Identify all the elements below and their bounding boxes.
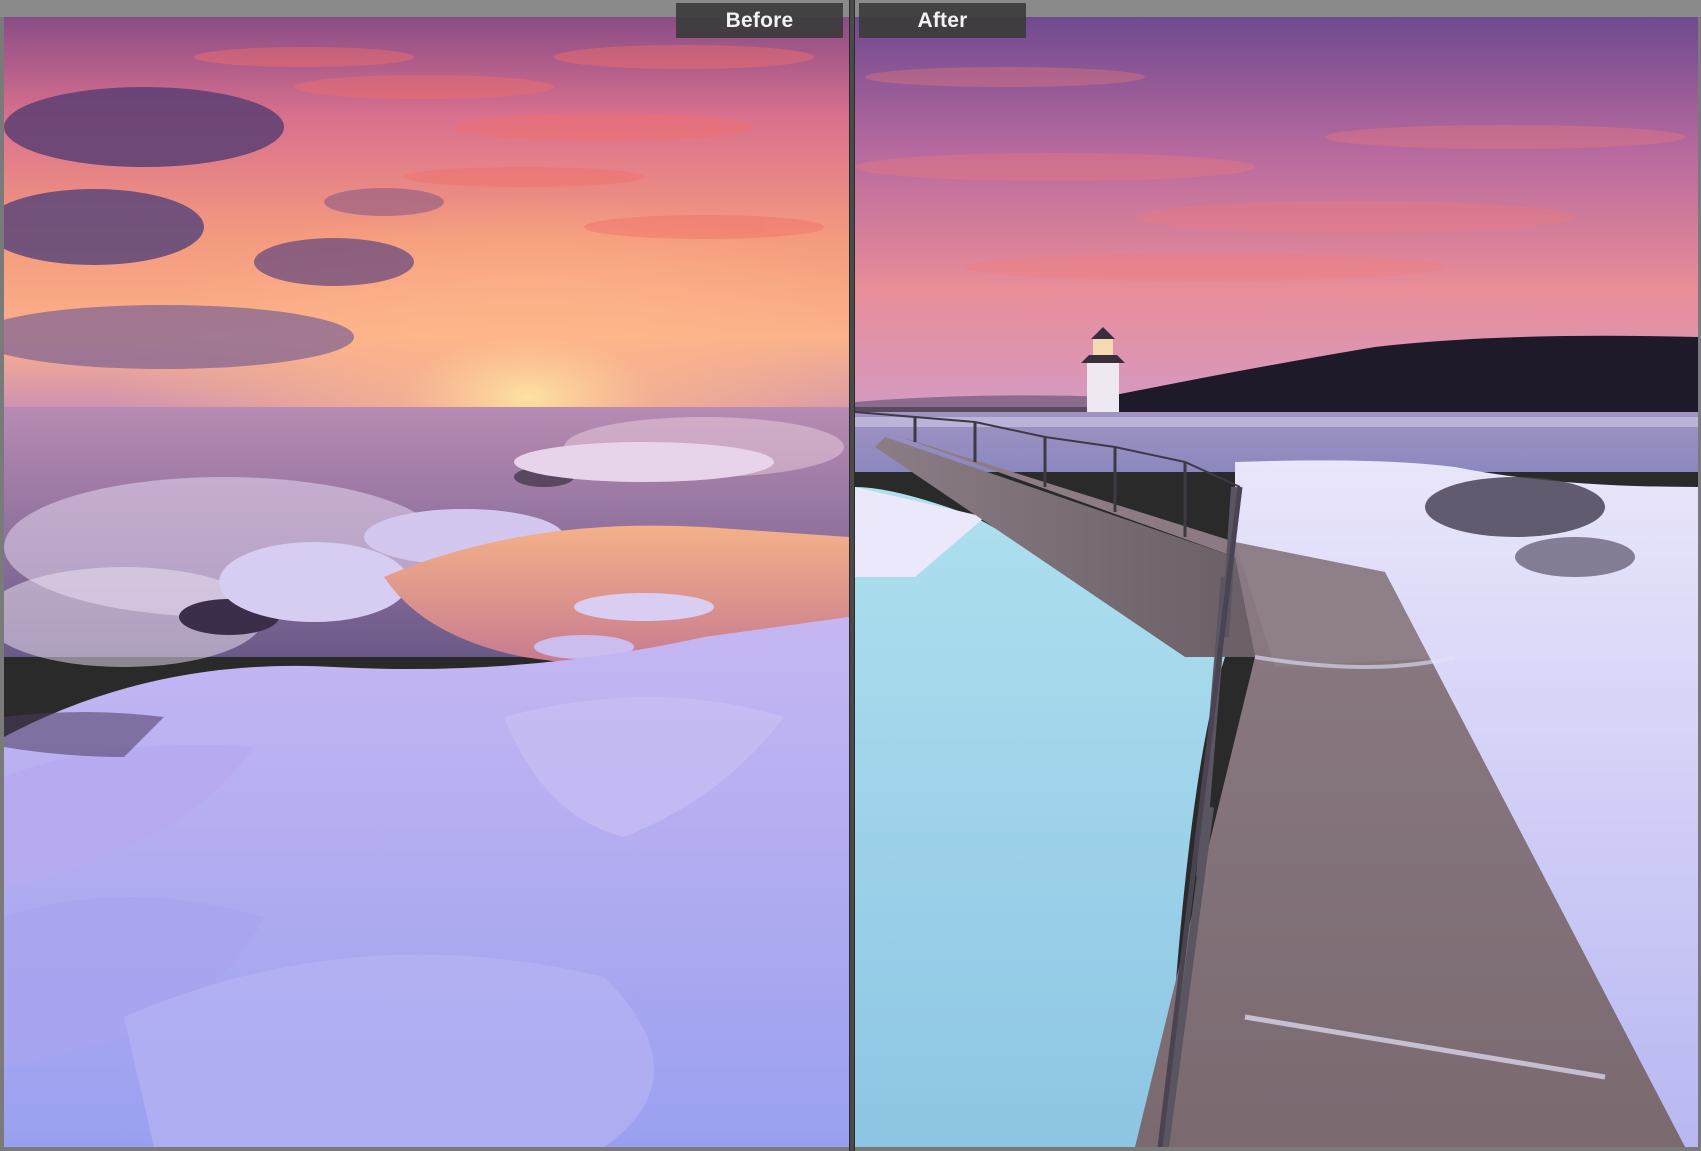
before-photo bbox=[4, 17, 849, 1147]
split-divider-handle[interactable] bbox=[849, 0, 855, 1151]
before-image-pane[interactable] bbox=[4, 17, 849, 1147]
after-image-pane[interactable] bbox=[855, 17, 1698, 1147]
after-photo bbox=[855, 17, 1698, 1147]
before-label: Before bbox=[676, 3, 843, 38]
after-label: After bbox=[859, 3, 1026, 38]
